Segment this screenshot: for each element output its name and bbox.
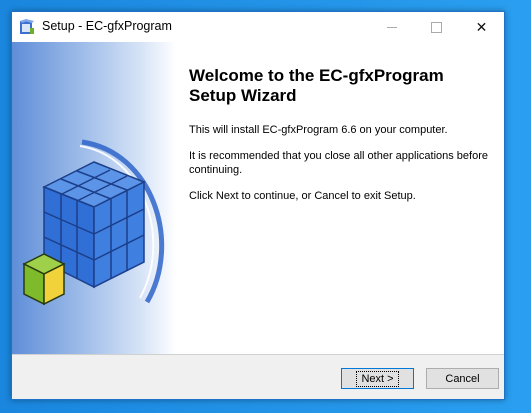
maximize-icon	[431, 21, 442, 33]
close-icon: ✕	[475, 18, 488, 35]
cancel-button-label: Cancel	[445, 372, 480, 385]
close-button[interactable]: ✕	[459, 12, 504, 42]
welcome-heading: Welcome to the EC-gfxProgram Setup Wizar…	[189, 66, 444, 105]
cancel-button[interactable]: Cancel	[426, 368, 499, 389]
title-bar[interactable]: Setup - EC-gfxProgram ✕	[12, 12, 504, 42]
next-button[interactable]: Next >	[341, 368, 414, 389]
next-button-label: Next >	[356, 370, 399, 387]
rubiks-cube-icon	[22, 139, 165, 306]
setup-window: Setup - EC-gfxProgram ✕ Welcome to the E…	[11, 11, 505, 400]
wizard-side-banner	[12, 42, 176, 354]
minimize-button[interactable]	[369, 12, 414, 42]
minimize-icon	[386, 26, 397, 28]
window-title: Setup - EC-gfxProgram	[42, 19, 172, 33]
footer-divider	[12, 354, 504, 355]
setup-app-icon	[20, 19, 34, 34]
install-info-text: This will install EC-gfxProgram 6.6 on y…	[189, 124, 448, 136]
close-apps-text: It is recommended that you close all oth…	[189, 150, 488, 176]
maximize-button[interactable]	[414, 12, 459, 42]
continue-instruction-text: Click Next to continue, or Cancel to exi…	[189, 190, 416, 202]
wizard-content: Welcome to the EC-gfxProgram Setup Wizar…	[12, 42, 504, 354]
